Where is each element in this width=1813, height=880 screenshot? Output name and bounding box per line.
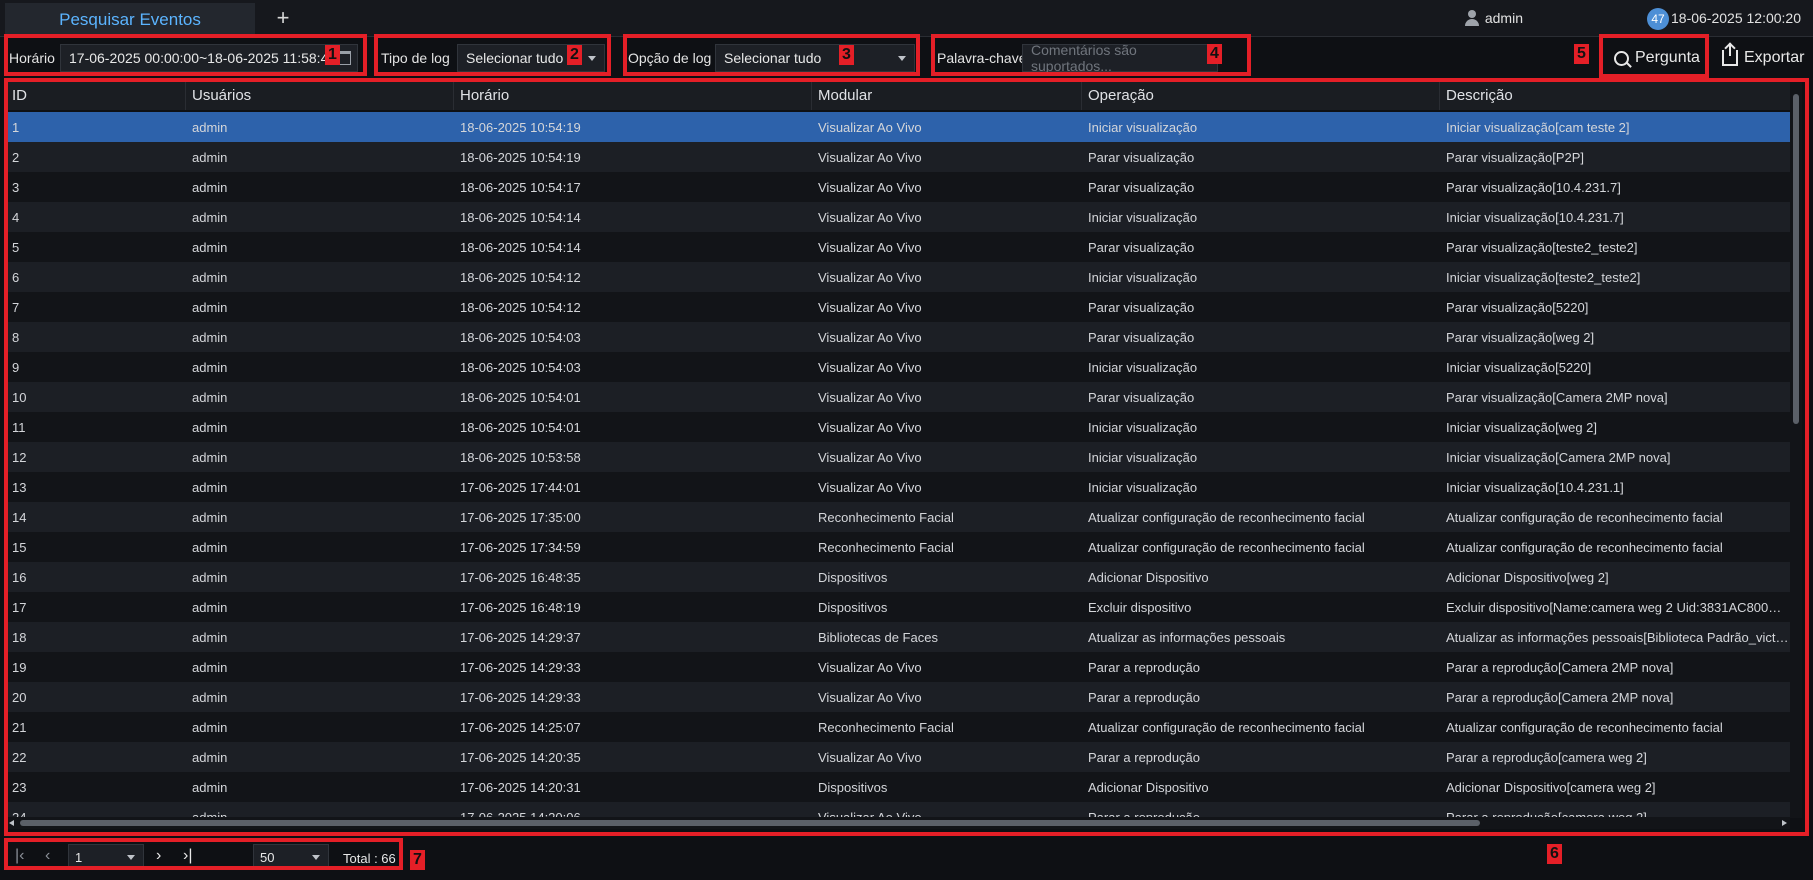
- tab-pesquisar-eventos[interactable]: Pesquisar Eventos: [5, 3, 255, 36]
- datetime-display: 18-06-2025 12:00:20: [1671, 10, 1801, 26]
- annotation-label-2: 2: [567, 45, 582, 65]
- annotation-box-3: [623, 34, 920, 76]
- user-icon: [1464, 10, 1479, 26]
- user-name: admin: [1484, 10, 1523, 26]
- annotation-box-7: [4, 838, 403, 870]
- annotation-label-4: 4: [1207, 44, 1222, 64]
- annotation-box-5: [1599, 34, 1709, 78]
- add-tab-button[interactable]: +: [272, 5, 294, 31]
- annotation-box-1: [4, 34, 367, 76]
- notification-badge[interactable]: 47: [1647, 8, 1669, 30]
- user-menu[interactable]: admin: [1464, 10, 1523, 26]
- annotation-label-5: 5: [1574, 44, 1589, 64]
- annotation-box-4: [931, 34, 1251, 76]
- export-button[interactable]: Exportar: [1722, 44, 1804, 72]
- annotation-label-6: 6: [1547, 844, 1562, 864]
- export-button-label: Exportar: [1744, 49, 1805, 66]
- annotation-label-3: 3: [839, 45, 854, 65]
- export-icon: [1722, 44, 1738, 66]
- annotation-box-6: [4, 78, 1809, 836]
- annotation-label-7: 7: [410, 850, 425, 870]
- annotation-label-1: 1: [325, 45, 340, 65]
- title-bar: Pesquisar Eventos + admin 47 18-06-2025 …: [0, 0, 1813, 37]
